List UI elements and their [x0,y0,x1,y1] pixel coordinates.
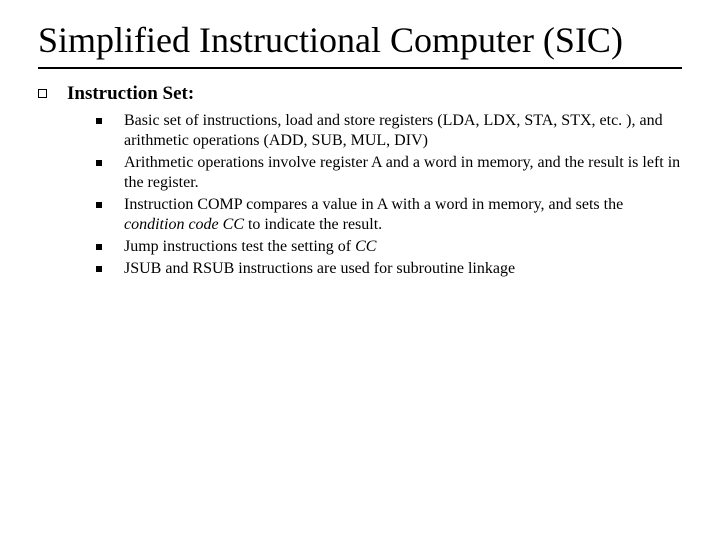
list-item-text: JSUB and RSUB instructions are used for … [124,259,515,279]
list-item: Instruction COMP compares a value in A w… [96,195,682,235]
list-item-text: Jump instructions test the setting of CC [124,237,376,257]
list-item: Jump instructions test the setting of CC [96,237,682,257]
list-item: JSUB and RSUB instructions are used for … [96,259,682,279]
section-row: Instruction Set: [38,83,682,105]
list-item: Arithmetic operations involve register A… [96,153,682,193]
square-filled-bullet-icon [96,202,102,208]
square-filled-bullet-icon [96,266,102,272]
bullet-list: Basic set of instructions, load and stor… [96,111,682,279]
list-item-text: Instruction COMP compares a value in A w… [124,195,682,235]
square-open-bullet-icon [38,89,47,98]
square-filled-bullet-icon [96,160,102,166]
section-heading: Instruction Set: [67,83,194,105]
list-item-text: Arithmetic operations involve register A… [124,153,682,193]
square-filled-bullet-icon [96,244,102,250]
square-filled-bullet-icon [96,118,102,124]
slide: Simplified Instructional Computer (SIC) … [0,0,720,540]
page-title: Simplified Instructional Computer (SIC) [38,20,682,69]
list-item-text: Basic set of instructions, load and stor… [124,111,682,151]
list-item: Basic set of instructions, load and stor… [96,111,682,151]
